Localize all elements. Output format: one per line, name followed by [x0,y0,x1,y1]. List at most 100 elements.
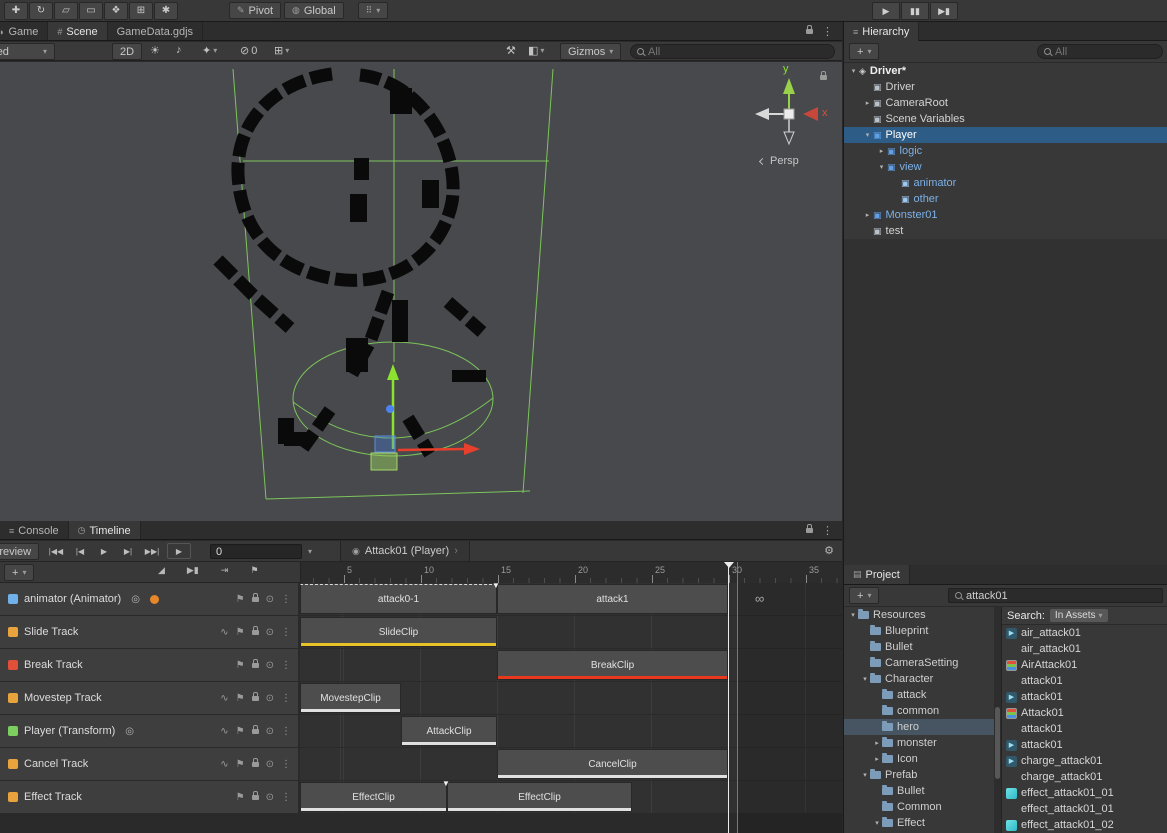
track-header-animator-animator[interactable]: animator (Animator)◎⚑⊙⋮ [0,583,298,615]
pin-icon[interactable]: ⚑ [236,726,245,737]
avatar-mask-icon[interactable]: ◎ [131,594,140,605]
axis-y-cone[interactable] [783,78,795,94]
hidden-objects-toggle[interactable]: ⊘ 0 [240,44,257,57]
timeline-breadcrumb[interactable]: ◉ Attack01 (Player) › [340,541,470,561]
grid-visibility-dropdown[interactable]: ⊞ ▾ [274,44,289,57]
gizmo-plane-green[interactable] [371,453,397,470]
gizmo-plane-blue[interactable] [375,436,395,452]
clip-attackclip[interactable]: AttackClip [401,716,497,746]
project-search-input[interactable] [966,590,1156,602]
lock-icon[interactable] [252,630,259,635]
axis-x-label[interactable]: x [822,107,828,119]
scene-viewport[interactable]: y x Persp [0,62,842,521]
pin-icon[interactable]: ⚑ [236,660,245,671]
asset-attack01[interactable]: Attack01 [1002,705,1167,721]
track-header-slide-track[interactable]: Slide Track∿⚑⊙⋮ [0,616,298,648]
project-search[interactable] [948,588,1163,603]
expander-icon[interactable]: ▾ [862,131,873,139]
pause-mode-button[interactable]: ▮▮ [901,2,929,20]
play-button[interactable]: ▶ [92,543,116,559]
hierarchy-item-view[interactable]: ▾▣view [844,159,1167,175]
folder-blueprint[interactable]: Blueprint [844,623,994,639]
hierarchy-item-test[interactable]: ▣test [844,223,1167,239]
shading-mode-dropdown[interactable]: Shaded ▾ [0,43,55,60]
lock-icon[interactable] [252,696,259,701]
folder-icon[interactable]: ▸Icon [844,751,994,767]
step-mode-button[interactable]: ▶▮ [930,2,958,20]
project-add-button[interactable]: + ▾ [849,587,879,604]
tab-game[interactable]: ◗ Game [0,22,48,41]
link-icon[interactable]: ∿ [220,693,228,704]
expander-icon[interactable]: ▾ [872,819,882,827]
search-scope-dropdown[interactable]: In Assets ▾ [1050,609,1108,622]
scene-search-input[interactable] [648,46,828,58]
axis-y-label[interactable]: y [783,63,789,75]
asset-air-attack01[interactable]: air_attack01 [1002,641,1167,657]
eye-icon[interactable]: ⊙ [266,594,274,605]
orientation-gizmo[interactable] [755,78,818,144]
menu-icon[interactable]: ⋮ [281,594,291,605]
link-icon[interactable]: ∿ [220,627,228,638]
asset-air-attack01[interactable]: ▶air_attack01 [1002,625,1167,641]
axis-down-cone[interactable] [784,132,794,144]
expander-icon[interactable]: ▾ [876,163,887,171]
clip-effectclip[interactable]: EffectClip [447,782,632,812]
folder-bullet[interactable]: Bullet [844,639,994,655]
asset-effect-attack01-01[interactable]: effect_attack01_01 [1002,785,1167,801]
asset-attack01[interactable]: ▶attack01 [1002,737,1167,753]
goto-end-button[interactable]: ▶▶| [140,543,164,559]
track-header-effect-track[interactable]: Effect Track⚑⊙⋮ [0,781,298,813]
custom-tool-button[interactable]: ✱ [154,2,178,20]
folder-common[interactable]: common [844,703,994,719]
snap-settings-button[interactable]: ⠿ ▾ [358,2,389,19]
frame-dropdown-icon[interactable]: ▾ [308,547,312,556]
playhead-handle[interactable] [724,562,734,568]
clip-movestepclip[interactable]: MovestepClip [300,683,401,713]
axis-center-cube[interactable] [784,109,794,119]
expander-icon[interactable]: ▸ [872,755,882,763]
menu-icon[interactable]: ⋮ [822,524,833,537]
lock-icon[interactable] [252,795,259,800]
menu-icon[interactable]: ⋮ [281,792,291,803]
scale-tool-button[interactable]: ▱ [54,2,78,20]
hierarchy-search-input[interactable] [1055,46,1156,58]
pin-icon[interactable]: ⚑ [236,693,245,704]
asset-airattack01[interactable]: AirAttack01 [1002,657,1167,673]
eye-icon[interactable]: ⊙ [266,726,274,737]
clip-attack0-1[interactable]: attack0-1 [300,584,497,614]
asset-effect-attack01-02[interactable]: effect_attack01_02 [1002,817,1167,833]
scene-camera-dropdown[interactable]: ◧ ▾ [528,44,544,57]
hierarchy-item-scene-variables[interactable]: ▣Scene Variables [844,111,1167,127]
link-icon[interactable]: ∿ [220,759,228,770]
scene-fx-dropdown[interactable]: ✦ ▾ [202,44,217,57]
tab-scene[interactable]: # Scene [48,22,107,41]
hierarchy-item-player[interactable]: ▾▣Player [844,127,1167,143]
pin-icon[interactable]: ⚑ [236,627,245,638]
scene-audio-icon[interactable]: ♪ [176,44,182,56]
rect-tool-button[interactable]: ▭ [79,2,103,20]
asset-effect-attack01-01[interactable]: effect_attack01_01 [1002,801,1167,817]
hierarchy-item-driver[interactable]: ▣Driver [844,79,1167,95]
expander-icon[interactable]: ▾ [860,675,870,683]
folder-hero[interactable]: hero [844,719,994,735]
folder-resources[interactable]: ▾Resources [844,607,994,623]
menu-icon[interactable]: ⋮ [281,660,291,671]
hierarchy-item-cameraroot[interactable]: ▸▣CameraRoot [844,95,1167,111]
track-header-break-track[interactable]: Break Track⚑⊙⋮ [0,649,298,681]
scene-tools-icon[interactable]: ⚒ [506,44,516,57]
move-tool-button[interactable]: ✚ [4,2,28,20]
expander-icon[interactable]: ▸ [862,211,873,219]
link-icon[interactable]: ∿ [220,726,228,737]
menu-icon[interactable]: ⋮ [281,627,291,638]
folder-character[interactable]: ▾Character [844,671,994,687]
play-mode-button[interactable]: ▶ [872,2,900,20]
expander-icon[interactable]: ▾ [848,67,859,75]
pin-icon[interactable]: ⚑ [236,594,245,605]
asset-attack01[interactable]: attack01 [1002,721,1167,737]
tab-hierarchy[interactable]: ≡ Hierarchy [844,22,919,41]
timeline-ruler[interactable]: 5101520253035 [300,562,842,583]
clip-effectclip[interactable]: EffectClip [300,782,447,812]
menu-icon[interactable]: ⋮ [281,693,291,704]
asset-charge-attack01[interactable]: ▶charge_attack01 [1002,753,1167,769]
lock-icon[interactable] [252,597,259,602]
